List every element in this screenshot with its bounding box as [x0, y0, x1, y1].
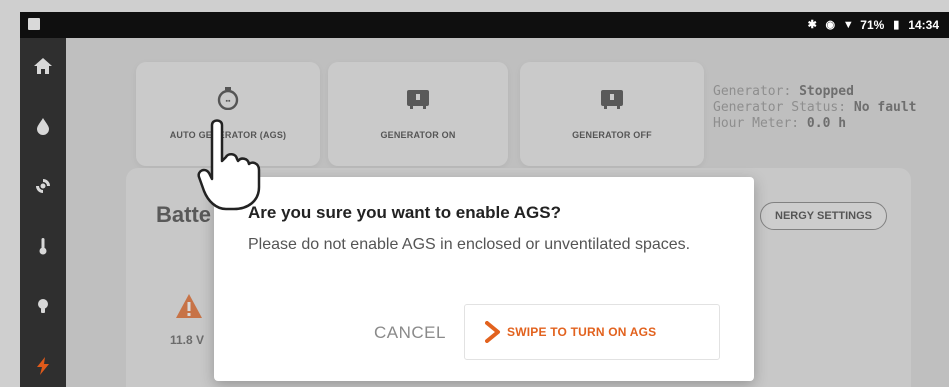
thermometer-icon [39, 238, 47, 255]
bluetooth-icon: ✱ [807, 19, 817, 31]
rail-item-climate[interactable] [20, 166, 66, 206]
dialog-title: Are you sure you want to enable AGS? [248, 203, 561, 222]
hand-pointer-icon [197, 119, 261, 211]
screen: ✱ ◉ ▼ 71% ▮ 14:34 ▪▪ AUTO GENERATOR (AGS… [0, 0, 949, 387]
light-bulb-icon [38, 299, 48, 313]
rail-item-lights[interactable] [20, 286, 66, 326]
swipe-label: SWIPE TO TURN ON AGS [507, 325, 657, 339]
rail-item-water[interactable] [20, 106, 66, 146]
home-icon [34, 58, 52, 74]
enable-ags-dialog: Are you sure you want to enable AGS? Ple… [214, 177, 754, 381]
swipe-to-turn-on-ags-slider[interactable]: SWIPE TO TURN ON AGS [464, 304, 720, 360]
dialog-message: Please do not enable AGS in enclosed or … [248, 236, 691, 253]
rail-item-power[interactable] [20, 346, 66, 386]
fan-icon [36, 179, 50, 193]
notification-icon [28, 18, 40, 30]
target-icon: ◉ [825, 19, 836, 31]
rail-item-temperature[interactable] [20, 226, 66, 266]
status-bar: ✱ ◉ ▼ 71% ▮ 14:34 [20, 12, 949, 38]
chevron-right-icon [485, 321, 500, 343]
cancel-button[interactable]: CANCEL [374, 323, 446, 343]
rail-item-home[interactable] [20, 46, 66, 86]
status-bar-right: ✱ ◉ ▼ 71% ▮ 14:34 [806, 18, 939, 32]
water-drop-icon [37, 118, 49, 135]
battery-icon: ▮ [893, 19, 900, 31]
lightning-icon [37, 357, 49, 375]
nav-rail [20, 38, 66, 387]
battery-percent: 71% [860, 18, 885, 32]
clock: 14:34 [908, 18, 939, 32]
wifi-icon: ▼ [842, 19, 854, 31]
